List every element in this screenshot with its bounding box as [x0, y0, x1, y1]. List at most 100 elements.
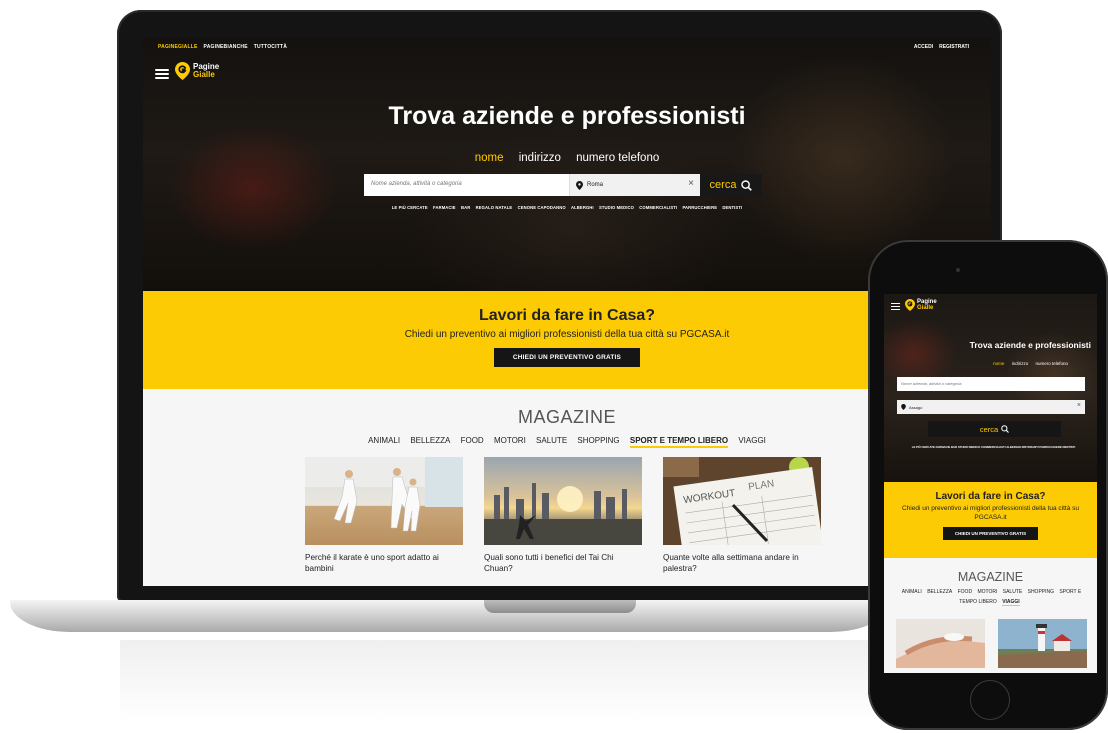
tab-indirizzo[interactable]: indirizzo	[519, 152, 561, 164]
article-image-workout[interactable]: WORKOUT PLAN	[663, 457, 821, 545]
hands-illustration	[896, 619, 985, 668]
tab-nome[interactable]: nome	[993, 361, 1004, 366]
location-pin-icon	[901, 404, 906, 410]
category-salute[interactable]: SALUTE	[536, 436, 567, 445]
category-bellezza[interactable]: BELLEZZA	[927, 589, 952, 595]
mobile-where-value: Assago	[909, 404, 923, 410]
tab-indirizzo[interactable]: indirizzo	[1012, 361, 1029, 366]
mobile-promo-text: Chiedi un preventivo ai migliori profess…	[901, 505, 1080, 521]
magazine-categories: ANIMALI BELLEZZA FOOD MOTORI SALUTE SHOP…	[143, 436, 991, 448]
clear-icon[interactable]: ×	[688, 178, 694, 189]
where-input[interactable]: Roma ×	[569, 174, 700, 196]
popular-link[interactable]: FARMACIE	[433, 205, 456, 210]
mobile-popular-searches[interactable]: LE PIÙ CERCATE FARMACIE BAR STUDIO MEDIC…	[902, 445, 1085, 450]
menu-icon[interactable]	[891, 303, 900, 310]
category-food[interactable]: FOOD	[461, 436, 484, 445]
topnav-paginegialle[interactable]: PAGINEGIALLE	[158, 44, 198, 50]
tab-nome[interactable]: nome	[475, 152, 504, 164]
logo-pin-icon	[175, 62, 190, 80]
laptop-screen: PAGINEGIALLE PAGINEBIANCHE TUTTOCITTÀ AC…	[143, 38, 991, 586]
article-image-taichi[interactable]	[484, 457, 642, 545]
popular-link[interactable]: COMMERCIALISTI	[639, 205, 677, 210]
logo-wordmark: Pagine Gialle	[917, 299, 937, 311]
lighthouse-illustration	[998, 619, 1087, 668]
mobile-article-image-lighthouse[interactable]	[998, 619, 1087, 668]
search-button[interactable]: cerca	[700, 174, 762, 196]
top-navigation: PAGINEGIALLE PAGINEBIANCHE TUTTOCITTÀ	[158, 44, 287, 50]
mobile-what-input[interactable]: Nome azienda, attività o categoria	[897, 377, 1085, 391]
category-animali[interactable]: ANIMALI	[368, 436, 400, 445]
logo[interactable]: Pagine Gialle	[175, 62, 219, 80]
auth-links: ACCEDI REGISTRATI	[914, 44, 969, 50]
promo-text: Chiedi un preventivo ai migliori profess…	[404, 329, 730, 340]
popular-link[interactable]: DENTISTI	[722, 205, 742, 210]
popular-label: LE PIÙ CERCATE	[391, 205, 428, 210]
category-motori[interactable]: MOTORI	[977, 589, 997, 595]
article-image-karate[interactable]	[305, 457, 463, 545]
category-salute[interactable]: SALUTE	[1003, 589, 1022, 595]
mobile-where-input[interactable]: Assago ×	[897, 400, 1085, 414]
mobile-preventivo-button[interactable]: CHIEDI UN PREVENTIVO GRATIS	[942, 527, 1039, 540]
category-animali[interactable]: ANIMALI	[902, 589, 922, 595]
clear-icon[interactable]: ×	[1077, 402, 1081, 409]
article-card[interactable]: Quali sono tutti i benefici del Tai Chi …	[484, 457, 642, 574]
register-link[interactable]: REGISTRATI	[939, 44, 969, 50]
logo-pin-icon	[905, 299, 915, 311]
preventivo-button[interactable]: CHIEDI UN PREVENTIVO GRATIS	[493, 348, 641, 367]
promo-title: Lavori da fare in Casa?	[478, 307, 656, 324]
menu-icon[interactable]	[155, 69, 169, 79]
search-tabs: nome indirizzo numero telefono	[143, 152, 991, 164]
category-motori[interactable]: MOTORI	[494, 436, 526, 445]
article-caption[interactable]: Quali sono tutti i benefici del Tai Chi …	[484, 552, 642, 574]
category-viaggi[interactable]: VIAGGI	[738, 436, 766, 445]
popular-link[interactable]: PARRUCCHIERE	[682, 205, 717, 210]
article-card[interactable]: Perché il karate è uno sport adatto ai b…	[305, 457, 463, 574]
mobile-search-button[interactable]: cerca	[928, 421, 1061, 437]
taichi-illustration	[484, 483, 642, 545]
search-icon	[1001, 425, 1010, 433]
logo-wordmark: Pagine Gialle	[193, 63, 219, 79]
popular-link[interactable]: REGALO NATALE	[476, 205, 513, 210]
article-caption[interactable]: Quante volte alla settimana andare in pa…	[663, 552, 821, 574]
laptop-notch	[484, 600, 636, 613]
popular-link[interactable]: STUDIO MEDICO	[599, 205, 634, 210]
category-shopping[interactable]: SHOPPING	[1028, 589, 1054, 595]
promo-banner: Lavori da fare in Casa? Chiedi un preven…	[143, 291, 991, 389]
magazine-section: MAGAZINE ANIMALI BELLEZZA FOOD MOTORI SA…	[143, 389, 991, 586]
logo-line-2: Gialle	[193, 70, 215, 79]
magazine-title: MAGAZINE	[517, 407, 616, 427]
article-caption[interactable]: Perché il karate è uno sport adatto ai b…	[305, 552, 463, 574]
mobile-logo[interactable]: Pagine Gialle	[905, 299, 937, 311]
category-shopping[interactable]: SHOPPING	[577, 436, 619, 445]
login-link[interactable]: ACCEDI	[914, 44, 933, 50]
search-button-label: cerca	[709, 179, 737, 191]
mobile-article-image-hands[interactable]	[896, 619, 985, 668]
tab-numero-telefono[interactable]: numero telefono	[576, 152, 659, 164]
popular-link[interactable]: CENONE CAPODANNO	[518, 205, 566, 210]
workout-plan-illustration: WORKOUT PLAN	[663, 457, 821, 545]
topnav-tuttocitta[interactable]: TUTTOCITTÀ	[254, 44, 287, 50]
laptop-base	[10, 600, 890, 632]
search-button-label: cerca	[979, 424, 999, 434]
logo-line-2: Gialle	[917, 305, 934, 311]
product-mockup: PAGINEGIALLE PAGINEBIANCHE TUTTOCITTÀ AC…	[0, 0, 1108, 733]
where-value: Roma	[587, 182, 604, 188]
popular-link[interactable]: ALBERGHI	[571, 205, 594, 210]
what-input[interactable]: Nome azienda, attività o categoria	[364, 174, 569, 196]
mobile-hero: Pagine Gialle Trova aziende e profession…	[884, 294, 1097, 482]
category-bellezza[interactable]: BELLEZZA	[410, 436, 450, 445]
hero-overlay	[143, 38, 991, 291]
mobile-search-tabs: nome indirizzo numero telefono	[884, 361, 1097, 366]
topnav-paginebianche[interactable]: PAGINEBIANCHE	[204, 44, 248, 50]
mobile-promo-title: Lavori da fare in Casa?	[935, 491, 1046, 502]
article-card[interactable]: WORKOUT PLAN Quante volte alla settimana…	[663, 457, 821, 574]
karate-illustration	[305, 457, 463, 532]
mobile-promo-banner: Lavori da fare in Casa? Chiedi un preven…	[884, 482, 1097, 558]
category-viaggi[interactable]: VIAGGI	[1002, 599, 1020, 606]
location-pin-icon	[576, 180, 583, 190]
category-food[interactable]: FOOD	[958, 589, 972, 595]
tab-numero-telefono[interactable]: numero telefono	[1035, 361, 1068, 366]
popular-link[interactable]: BAR	[461, 205, 470, 210]
category-sport[interactable]: SPORT E TEMPO LIBERO	[629, 436, 729, 448]
hero-title: Trova aziende e professionisti	[388, 102, 746, 130]
